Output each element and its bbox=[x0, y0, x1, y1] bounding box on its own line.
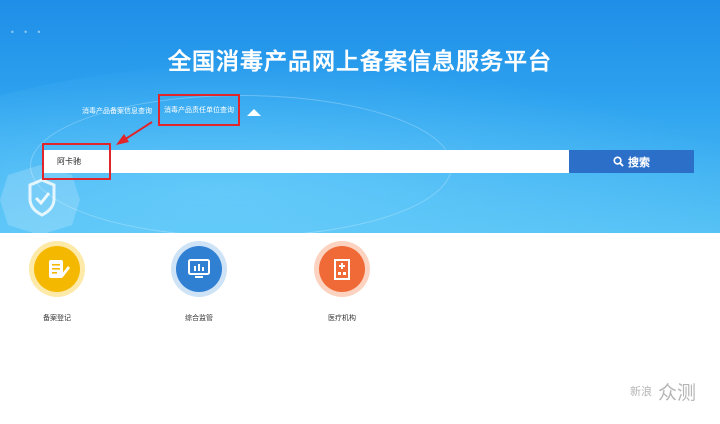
feature-label: 综合监管 bbox=[185, 314, 213, 322]
clipboard-pen-icon bbox=[49, 260, 70, 278]
hospital-icon bbox=[334, 259, 350, 280]
watermark: 新浪 众测 bbox=[630, 378, 696, 405]
feature-record-registration[interactable]: 备案登记 bbox=[12, 241, 102, 323]
feature-label: 备案登记 bbox=[43, 314, 71, 322]
feature-label: 医疗机构 bbox=[328, 314, 356, 322]
watermark-line1: 新浪 bbox=[630, 384, 652, 398]
annotation-arrow bbox=[116, 121, 153, 145]
feature-medical-institutions[interactable]: 医疗机构 bbox=[297, 241, 387, 323]
watermark-line2: 众测 bbox=[658, 382, 697, 404]
monitor-chart-icon bbox=[188, 259, 210, 278]
feature-comprehensive-supervision[interactable]: 综合监管 bbox=[154, 241, 244, 323]
